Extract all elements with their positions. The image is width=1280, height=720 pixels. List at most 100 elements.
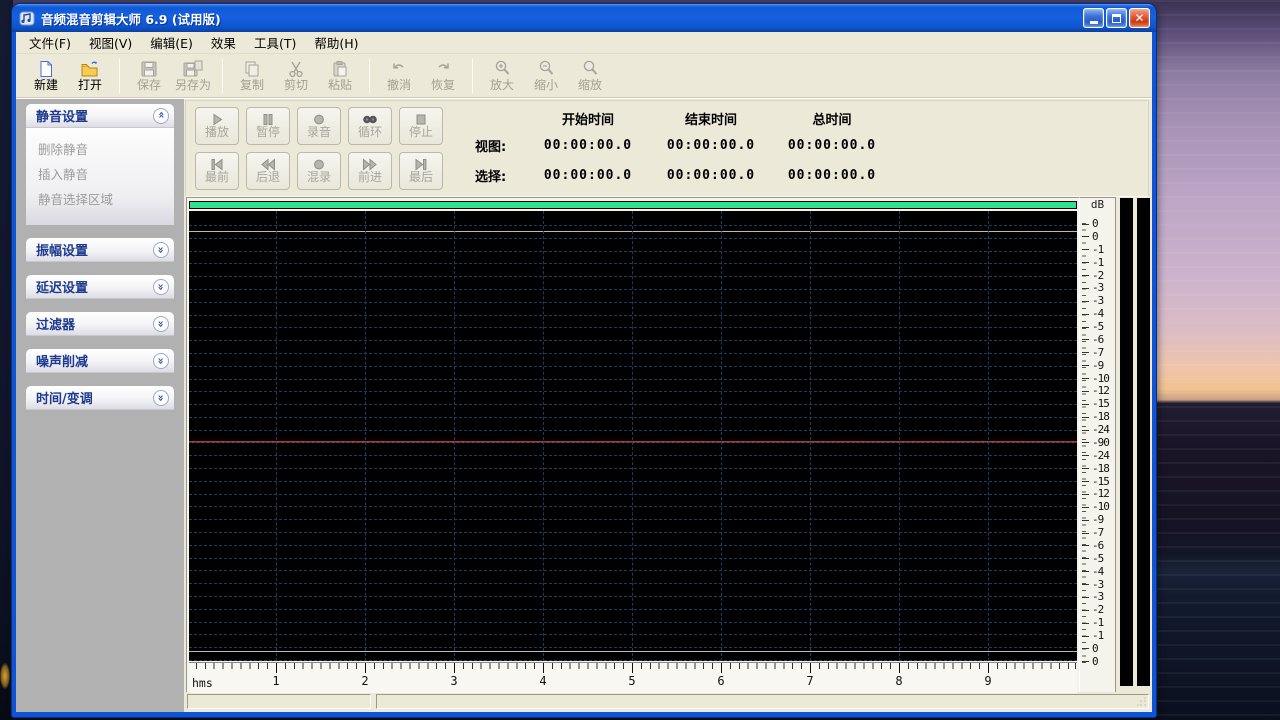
wave-grid-hline — [189, 225, 1077, 226]
copy-button[interactable]: 复制 — [230, 56, 274, 96]
chevron-down-icon[interactable]: » — [153, 353, 169, 369]
save-icon — [140, 59, 158, 78]
db-tick: -10 — [1082, 502, 1115, 512]
open-button[interactable]: 打开 — [68, 56, 112, 96]
sidebar-panel-header-noise-reduction[interactable]: 噪声削减» — [26, 349, 174, 373]
chevron-down-icon[interactable]: » — [153, 390, 169, 406]
selection-overview-bar[interactable] — [189, 201, 1077, 209]
db-tick-label: -18 — [1092, 464, 1109, 474]
resize-grip-icon[interactable] — [1136, 696, 1147, 707]
sidebar-panel-header-silence-settings[interactable]: 静音设置» — [26, 104, 174, 128]
stop-button[interactable]: 停止 — [399, 107, 443, 145]
minimize-icon — [1090, 21, 1098, 24]
statusbar-pane-2[interactable] — [376, 694, 1149, 709]
waveform-container[interactable]: hms 123456789 — [186, 197, 1080, 695]
redo-button[interactable]: 恢复 — [421, 56, 465, 96]
db-tick-mark — [1082, 249, 1089, 250]
sidebar-panel-header-filter[interactable]: 过滤器 » — [26, 312, 174, 336]
chevron-down-icon[interactable]: » — [153, 242, 169, 258]
chevron-down-icon[interactable]: » — [153, 316, 169, 332]
undo-button[interactable]: 撤消 — [377, 56, 421, 96]
titlebar[interactable]: 音频混音剪辑大师 6.9 (试用版) ✕ — [12, 4, 1156, 32]
redo-label: 恢复 — [431, 79, 455, 92]
wave-grid-vline — [543, 211, 544, 661]
sidebar-panel-title: 时间/变调 — [36, 388, 93, 407]
waveform-editor: hms 123456789 dB 00-1-1-2-3-3-4-5-6-7-9-… — [184, 197, 1152, 692]
db-tick-label: -7 — [1092, 528, 1103, 538]
db-tick-label: -5 — [1092, 322, 1103, 332]
db-tick: -6 — [1082, 335, 1115, 345]
db-scale-ticks: 00-1-1-2-3-3-4-5-6-7-9-10-12-15-18-24-90… — [1080, 219, 1115, 667]
cut-button[interactable]: 剪切 — [274, 56, 318, 96]
toolbar-separator — [222, 59, 223, 93]
paste-button[interactable]: 粘贴 — [318, 56, 362, 96]
sidebar-item-insert-silence[interactable]: 插入静音 — [26, 161, 174, 186]
menu-tools[interactable]: 工具(T) — [245, 31, 305, 54]
db-tick: -9 — [1082, 515, 1115, 525]
new-button[interactable]: 新建 — [24, 56, 68, 96]
mix-record-button[interactable]: 混录 — [297, 152, 341, 190]
db-tick-mark — [1082, 378, 1089, 379]
selection-time-value-1: 00:00:00.0 — [649, 168, 773, 183]
chevron-down-icon[interactable]: » — [153, 279, 169, 295]
menu-help[interactable]: 帮助(H) — [305, 31, 367, 54]
sidebar-panel-title: 过滤器 — [36, 314, 75, 333]
wave-grid-hline — [189, 481, 1077, 482]
wave-grid-hline — [189, 379, 1077, 380]
skip-to-end-button[interactable]: 最后 — [399, 152, 443, 190]
menu-file[interactable]: 文件(F) — [20, 31, 80, 54]
rewind-label: 后退 — [256, 171, 280, 184]
wave-grid-vline — [810, 211, 811, 661]
wave-grid-hline — [189, 596, 1077, 597]
waveform-display[interactable] — [189, 211, 1077, 661]
save-as-button[interactable]: 另存为 — [171, 56, 215, 96]
wave-grid-hline — [189, 289, 1077, 290]
sidebar-panel-header-time-pitch[interactable]: 时间/变调 » — [26, 386, 174, 410]
zoom-in-button[interactable]: 放大 — [480, 56, 524, 96]
db-tick: -9 — [1082, 361, 1115, 371]
db-tick-label: -24 — [1092, 451, 1109, 461]
sidebar-panel-header-delay-settings[interactable]: 延迟设置» — [26, 275, 174, 299]
db-tick-mark — [1082, 520, 1089, 521]
toolbar: 新建打开保存另存为复制剪切粘贴撤消恢复 放大缩小缩放 — [16, 54, 1152, 98]
wave-grid-vline — [632, 211, 633, 661]
db-tick: -5 — [1082, 554, 1115, 564]
minimize-button[interactable] — [1083, 8, 1104, 28]
redo-icon — [434, 59, 452, 78]
ruler-major-tick — [810, 663, 811, 673]
forward-label: 前进 — [358, 171, 382, 184]
ruler-major-tick — [899, 663, 900, 673]
wave-grid-hline — [189, 570, 1077, 571]
zoom-button[interactable]: 缩放 — [568, 56, 612, 96]
close-button[interactable]: ✕ — [1129, 8, 1150, 28]
mix-record-label: 混录 — [307, 171, 331, 184]
menu-edit[interactable]: 编辑(E) — [141, 31, 202, 54]
sidebar-panel-header-amplitude-settings[interactable]: 振幅设置» — [26, 238, 174, 262]
ruler-major-tick — [988, 663, 989, 673]
sidebar-item-silence-selection-area[interactable]: 静音选择区域 — [26, 186, 174, 211]
view-time-value-2: 00:00:00.0 — [773, 138, 891, 153]
transport-buttons: 播放暂停录音循环停止最前后退 混录 前进 最后 — [195, 107, 443, 190]
skip-to-start-button[interactable]: 最前 — [195, 152, 239, 190]
menu-effects[interactable]: 效果 — [202, 31, 245, 54]
db-tick: -2 — [1082, 605, 1115, 615]
wave-grid-vline — [454, 211, 455, 661]
chevron-up-icon[interactable]: » — [153, 108, 169, 124]
rewind-button[interactable]: 后退 — [246, 152, 290, 190]
sidebar-item-delete-silence[interactable]: 删除静音 — [26, 136, 174, 161]
db-tick: -10 — [1082, 374, 1115, 384]
menu-view[interactable]: 视图(V) — [80, 31, 141, 54]
time-ruler[interactable]: hms 123456789 — [189, 662, 1077, 693]
pause-button[interactable]: 暂停 — [246, 107, 290, 145]
view-time-value-0: 00:00:00.0 — [527, 138, 649, 153]
wave-grid-vline — [721, 211, 722, 661]
forward-button[interactable]: 前进 — [348, 152, 392, 190]
save-button[interactable]: 保存 — [127, 56, 171, 96]
db-tick-label: -6 — [1092, 541, 1103, 551]
record-button[interactable]: 录音 — [297, 107, 341, 145]
loop-button[interactable]: 循环 — [348, 107, 392, 145]
maximize-button[interactable] — [1106, 8, 1127, 28]
zoom-out-button[interactable]: 缩小 — [524, 56, 568, 96]
wave-bottom-line — [189, 651, 1077, 652]
play-button[interactable]: 播放 — [195, 107, 239, 145]
